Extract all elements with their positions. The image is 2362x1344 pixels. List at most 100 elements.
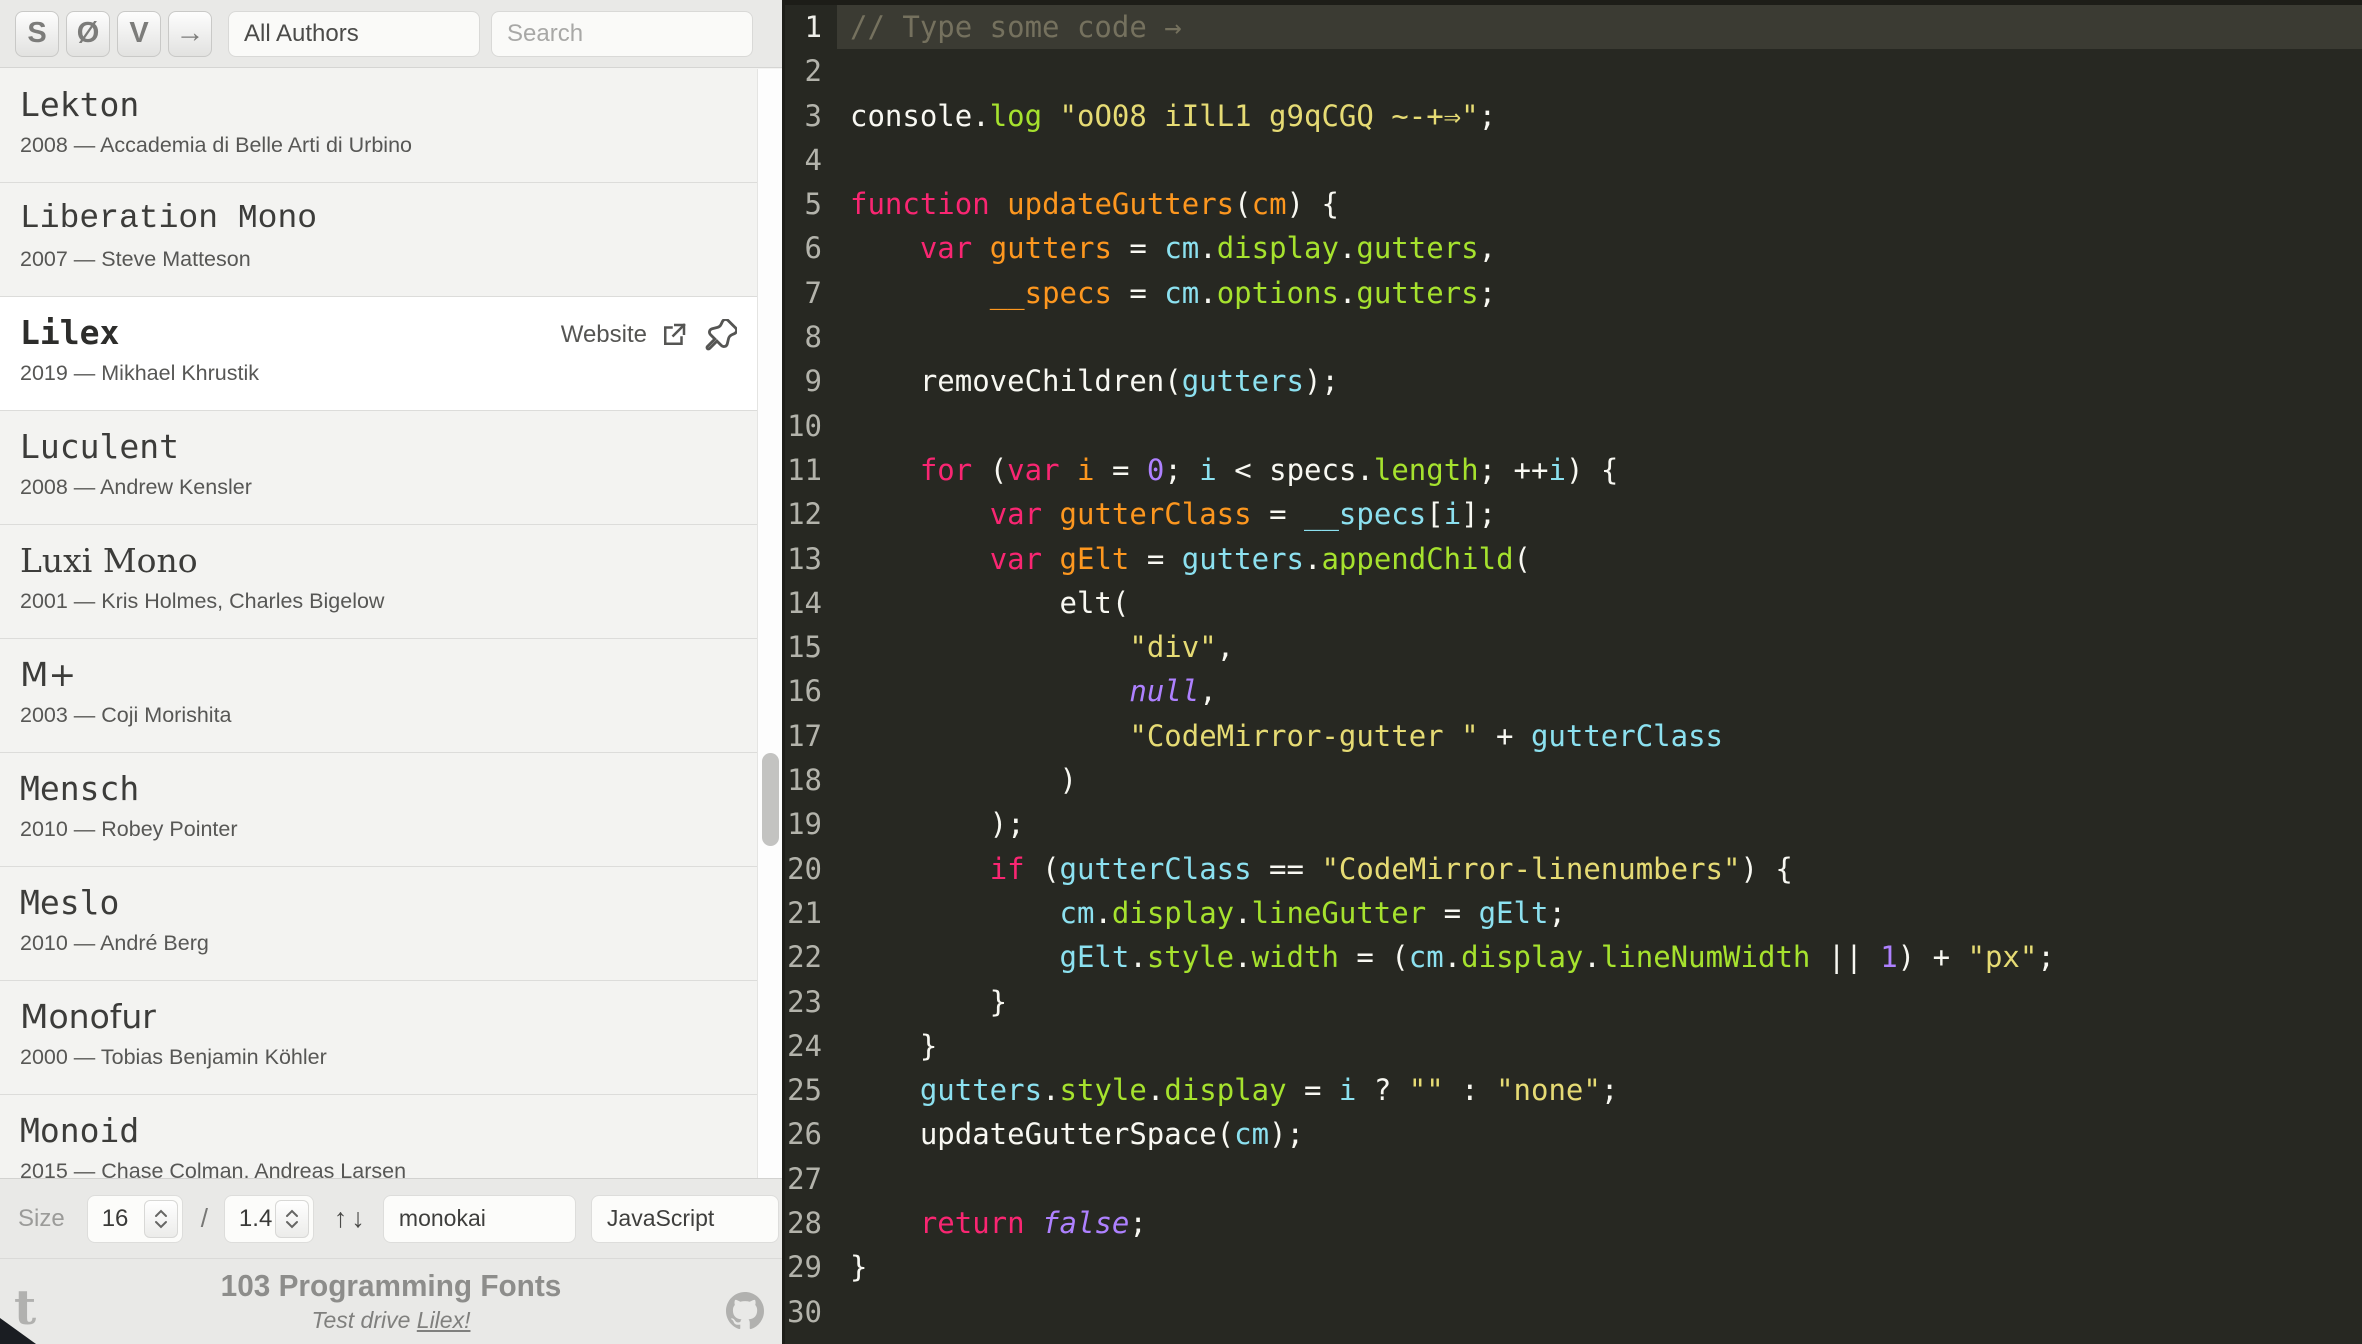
code-line: 20 if (gutterClass == "CodeMirror-linenu… (785, 847, 2362, 891)
code-line: 11 for (var i = 0; i < specs.length; ++i… (785, 448, 2362, 492)
font-count-title: 103 Programming Fonts (220, 1268, 562, 1303)
code-line: 4 (785, 138, 2362, 182)
code-text[interactable]: return false; (837, 1201, 2362, 1245)
author-filter-select[interactable]: All Authors (228, 10, 480, 57)
code-text[interactable]: null, (837, 669, 2362, 713)
code-text[interactable]: "div", (837, 625, 2362, 669)
font-size-stepper[interactable] (143, 1199, 178, 1238)
font-list-item[interactable]: Meslo 2010 — André Berg (0, 867, 757, 981)
language-select[interactable]: JavaScript (590, 1194, 779, 1243)
font-name: M+ (20, 655, 77, 694)
toolbar-buttons: S Ø V → (15, 10, 219, 57)
code-text[interactable]: function updateGutters(cm) { (837, 182, 2362, 226)
prev-next-font-arrows[interactable]: ↑↓ (334, 1203, 369, 1234)
font-list-item[interactable]: Lilex 2019 — Mikhael Khrustik Website (0, 297, 757, 411)
toolbar-button-3[interactable]: → (168, 10, 212, 57)
code-text[interactable]: gElt.style.width = (cm.display.lineNumWi… (837, 935, 2362, 979)
code-text[interactable] (837, 404, 2362, 448)
down-arrow-icon[interactable]: ↓ (351, 1203, 369, 1233)
line-height-stepper[interactable] (274, 1199, 309, 1238)
font-name: Meslo (20, 883, 120, 922)
tagline-link[interactable]: Lilex! (417, 1307, 471, 1333)
line-number: 18 (787, 763, 822, 798)
code-text[interactable] (837, 1334, 2362, 1344)
line-number: 26 (787, 1117, 822, 1152)
chevron-down-icon (154, 1220, 167, 1228)
code-text[interactable]: } (837, 1245, 2362, 1289)
line-number: 29 (787, 1250, 822, 1285)
line-number: 7 (804, 275, 822, 310)
code-text[interactable]: removeChildren(gutters); (837, 359, 2362, 403)
font-meta: 2010 — Robey Pointer (20, 817, 238, 841)
code-text[interactable] (837, 1290, 2362, 1334)
external-link-icon[interactable] (659, 320, 689, 350)
code-text[interactable] (837, 315, 2362, 359)
code-text[interactable]: gutters.style.display = i ? "" : "none"; (837, 1068, 2362, 1112)
code-text[interactable]: elt( (837, 581, 2362, 625)
code-editor[interactable]: 1// Type some code → 2 3 console.log "oO08 … (782, 0, 2362, 1344)
font-name: Luxi Mono (20, 541, 198, 580)
code-line: 21 cm.display.lineGutter = gElt; (785, 891, 2362, 935)
code-text[interactable] (837, 49, 2362, 93)
code-text[interactable] (837, 138, 2362, 182)
code-text[interactable]: updateGutterSpace(cm); (837, 1112, 2362, 1156)
pin-icon[interactable] (705, 319, 737, 351)
font-list-scrollbar[interactable] (757, 69, 782, 1178)
code-text[interactable]: var gElt = gutters.appendChild( (837, 537, 2362, 581)
code-text[interactable]: "CodeMirror-gutter " + gutterClass (837, 714, 2362, 758)
chevron-up-icon (154, 1209, 167, 1217)
line-number: 24 (787, 1028, 822, 1063)
font-list-item[interactable]: Luculent 2008 — Andrew Kensler (0, 411, 757, 525)
code-line: 6 var gutters = cm.display.gutters, (785, 226, 2362, 270)
code-line: 1 // Type some code → (785, 5, 2362, 50)
font-list-item[interactable]: Monofur 2000 — Tobias Benjamin Köhler (0, 981, 757, 1095)
toolbar: S Ø V → All Authors (0, 0, 782, 68)
font-meta: 2001 — Kris Holmes, Charles Bigelow (20, 589, 385, 613)
code-line: 9 removeChildren(gutters); (785, 359, 2362, 403)
font-list-item[interactable]: Monoid 2015 — Chase Colman, Andreas Larse… (0, 1095, 757, 1179)
code-text[interactable] (837, 1157, 2362, 1201)
code-text[interactable]: cm.display.lineGutter = gElt; (837, 891, 2362, 935)
line-number: 25 (787, 1073, 822, 1108)
line-number: 23 (787, 984, 822, 1019)
font-list-item[interactable]: Lekton 2008 — Accademia di Belle Arti di … (0, 69, 757, 183)
code-text[interactable]: } (837, 1024, 2362, 1068)
line-number: 28 (787, 1206, 822, 1241)
search-input[interactable] (491, 10, 753, 57)
code-text[interactable]: ) (837, 758, 2362, 802)
font-list-item[interactable]: M+ 2003 — Coji Morishita (0, 639, 757, 753)
code-line: 24 } (785, 1024, 2362, 1068)
font-list-item[interactable]: Liberation Mono 2007 — Steve Matteson (0, 183, 757, 297)
font-meta: 2003 — Coji Morishita (20, 703, 232, 727)
toolbar-button-2[interactable]: V (117, 10, 161, 57)
code-text[interactable]: } (837, 980, 2362, 1024)
scrollbar-thumb[interactable] (762, 753, 779, 846)
line-number: 31 (785, 1334, 837, 1344)
code-text[interactable]: console.log "oO08 iIlL1 g9qCGQ ~-+⇒"; (837, 94, 2362, 138)
font-list-item[interactable]: Luxi Mono 2001 — Kris Holmes, Charles Big… (0, 525, 757, 639)
code-text[interactable]: // Type some code → (837, 5, 2362, 50)
code-text[interactable]: __specs = cm.options.gutters; (837, 271, 2362, 315)
toolbar-button-1[interactable]: Ø (66, 10, 110, 57)
code-text[interactable]: var gutterClass = __specs[i]; (837, 492, 2362, 536)
font-meta: 2015 — Chase Colman, Andreas Larsen (20, 1159, 407, 1178)
code-text[interactable]: ); (837, 802, 2362, 846)
up-arrow-icon[interactable]: ↑ (334, 1203, 352, 1233)
website-link[interactable]: Website (561, 321, 647, 349)
code-text[interactable]: for (var i = 0; i < specs.length; ++i) { (837, 448, 2362, 492)
line-height-input[interactable] (223, 1194, 314, 1243)
font-size-input[interactable] (86, 1194, 183, 1243)
code-text[interactable]: var gutters = cm.display.gutters, (837, 226, 2362, 270)
toolbar-button-0[interactable]: S (15, 10, 59, 57)
line-number: 10 (787, 408, 822, 443)
code-line: 10 (785, 404, 2362, 448)
line-number: 27 (787, 1161, 822, 1196)
website-box: Website (561, 319, 737, 351)
github-icon[interactable] (726, 1292, 764, 1330)
sidebar: SØV→ All Authors Lekton 2008 — Accademia … (0, 0, 782, 1344)
font-list-item[interactable]: Mensch 2010 — Robey Pointer (0, 753, 757, 867)
code-text[interactable]: if (gutterClass == "CodeMirror-linenumbe… (837, 847, 2362, 891)
line-number: 2 (804, 54, 822, 89)
code-line: 5 function updateGutters(cm) { (785, 182, 2362, 226)
theme-select[interactable]: monokai (382, 1194, 576, 1243)
